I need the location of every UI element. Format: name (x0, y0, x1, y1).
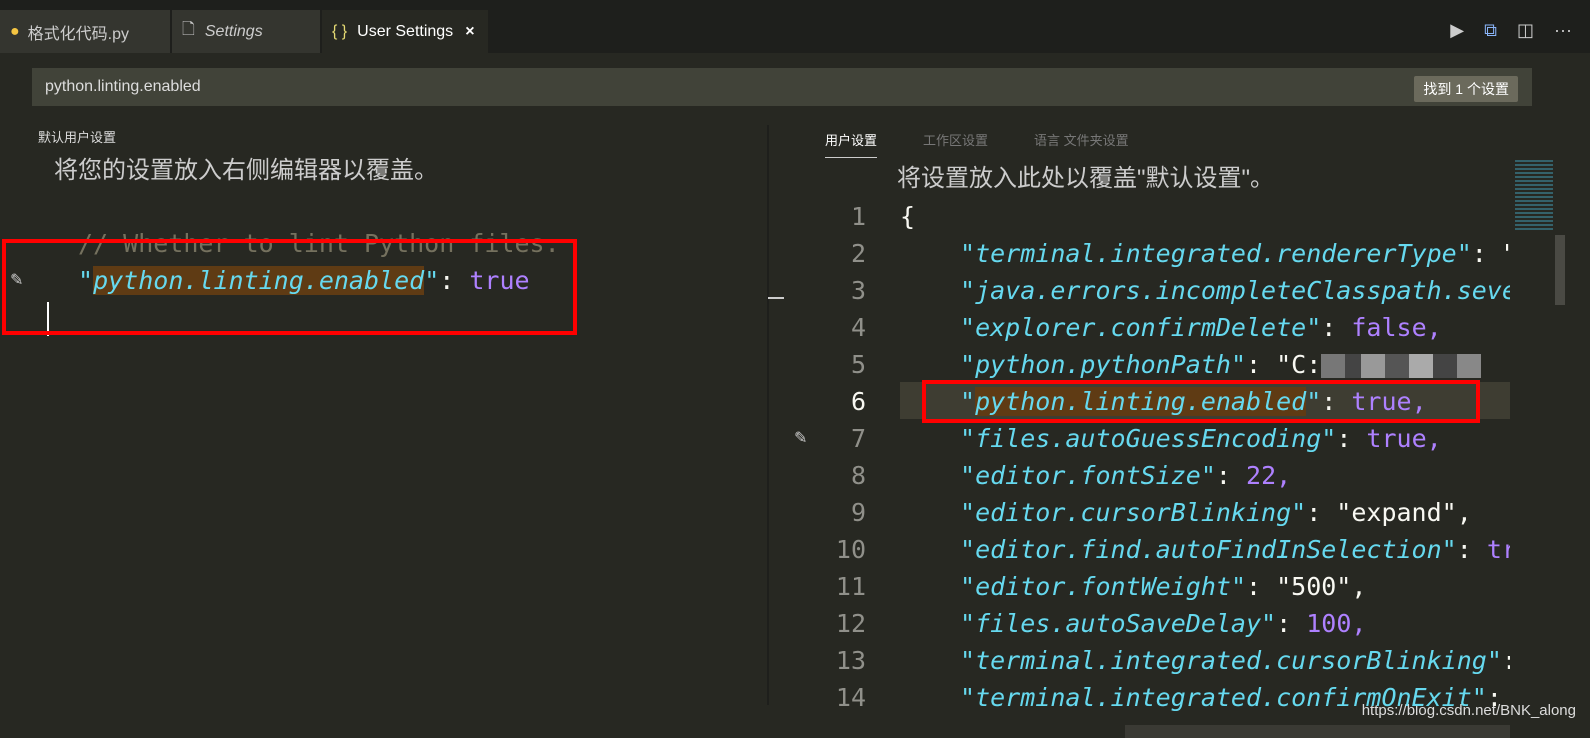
tab-folder-scope[interactable]: 文件夹设置 (1064, 133, 1129, 148)
line-number: 12 (835, 609, 866, 638)
line-number: 13 (835, 646, 866, 675)
right-hint: 将设置放入此处以覆盖"默认设置"。 (897, 165, 1275, 192)
line-number: 2 (850, 239, 866, 268)
split-editor-icon[interactable]: ◫ (1517, 20, 1534, 41)
line-number: 6 (850, 387, 866, 416)
tab-workspace-scope[interactable]: 工作区设置 (923, 130, 988, 158)
code-line: "python.linting.enabled": true, (960, 387, 1427, 416)
line-number: 11 (835, 572, 866, 601)
line-number: 4 (850, 313, 866, 342)
edit-pencil-icon[interactable]: ✎ (794, 428, 807, 448)
code-line: "files.autoGuessEncoding": true, (960, 424, 1442, 453)
run-icon[interactable]: ▶ (1450, 20, 1464, 41)
tab-bar: ● 格式化代码.py 🗋 Settings { } User Settings … (0, 0, 1590, 53)
highlight-box-left (2, 239, 577, 335)
redacted-path (1321, 354, 1482, 378)
code-line: "python.pythonPath": "C: (960, 346, 1482, 383)
close-icon[interactable]: × (465, 23, 474, 41)
tab-settings[interactable]: 🗋 Settings (172, 10, 320, 53)
code-line: { (900, 202, 916, 231)
code-line: "editor.cursorBlinking": "expand", (960, 498, 1472, 527)
line-number: 8 (850, 461, 866, 490)
line-number: 9 (850, 498, 866, 527)
settings-search-input[interactable]: python.linting.enabled 找到 1 个设置 (32, 68, 1532, 106)
tab-user-scope[interactable]: 用户设置 (825, 130, 878, 158)
code-line: "editor.fontSize": 22, (960, 461, 1292, 490)
default-settings-title: 默认用户设置 (38, 130, 117, 145)
line-number: 14 (835, 683, 866, 712)
code-line: "files.autoSaveDelay": 100, (960, 609, 1367, 638)
code-line: "terminal.integrated.confirmOnExit": t (960, 683, 1502, 712)
code-line: "explorer.confirmDelete": false, (960, 313, 1442, 342)
horizontal-scrollbar[interactable] (1125, 725, 1510, 738)
sash[interactable] (768, 297, 784, 299)
code-line: "terminal.integrated.cursorBlinking": (960, 646, 1510, 675)
line-number: 7 (850, 424, 866, 453)
line-number: 1 (850, 202, 866, 231)
line-number: 10 (835, 535, 866, 564)
python-icon: ● (10, 22, 20, 40)
line-number: 5 (850, 350, 866, 379)
code-line: "editor.find.autoFindInSelection": tru (960, 535, 1510, 564)
line-number: 3 (850, 276, 866, 305)
scrollbar-thumb[interactable] (1555, 235, 1565, 305)
tab-language[interactable]: 语言 (1034, 133, 1060, 148)
code-line: "java.errors.incompleteClasspath.sever" (960, 276, 1510, 305)
open-preview-icon[interactable]: ⧉ (1484, 20, 1497, 41)
more-icon[interactable]: ··· (1554, 20, 1572, 41)
code-line: "terminal.integrated.rendererType": "c (960, 239, 1510, 268)
search-result-badge: 找到 1 个设置 (1414, 76, 1518, 102)
braces-icon: { } (332, 22, 348, 40)
settings-scope-tabs: 用户设置 工作区设置 语言 文件夹设置 (825, 130, 1129, 158)
tab-user-settings[interactable]: { } User Settings × (322, 10, 488, 53)
tab-python-file[interactable]: ● 格式化代码.py (0, 10, 170, 53)
left-hint: 将您的设置放入右侧编辑器以覆盖。 (54, 157, 438, 184)
minimap[interactable] (1515, 160, 1553, 230)
pane-divider (767, 125, 769, 705)
file-icon: 🗋 (182, 21, 195, 38)
code-line: "editor.fontWeight": "500", (960, 572, 1367, 601)
